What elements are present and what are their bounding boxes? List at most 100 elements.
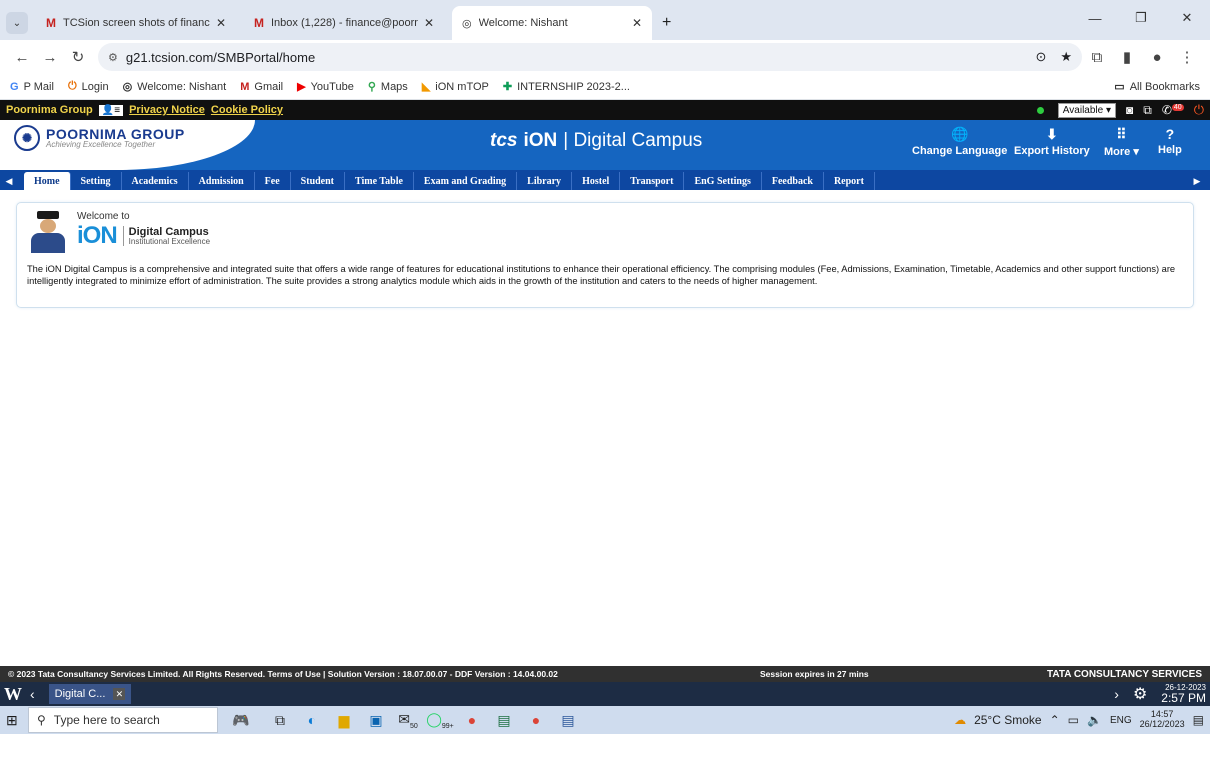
- notification-center-icon[interactable]: ▤: [1193, 713, 1204, 727]
- minimize-icon[interactable]: —: [1072, 0, 1118, 36]
- taskbar-search-input[interactable]: ⚲ Type here to search: [28, 707, 218, 733]
- close-tab-icon[interactable]: ✕: [216, 16, 226, 30]
- notifications-icon[interactable]: ✆ 40: [1162, 103, 1184, 117]
- menu-item-academics[interactable]: Academics: [122, 172, 189, 190]
- back-arrow-icon[interactable]: ‹: [30, 686, 35, 702]
- menu-item-library[interactable]: Library: [517, 172, 573, 190]
- task-view-icon[interactable]: ⧉: [264, 712, 296, 729]
- menu-right-arrow-icon[interactable]: ▶: [1190, 172, 1204, 190]
- badge-count: 50: [409, 722, 418, 730]
- menu-item-time-table[interactable]: Time Table: [345, 172, 414, 190]
- store-icon[interactable]: ▣: [360, 712, 392, 729]
- menu-item-exam-grading[interactable]: Exam and Grading: [414, 172, 518, 190]
- welcome-to-text: Welcome to: [77, 211, 130, 222]
- tray-chevron-icon[interactable]: ⌃: [1050, 713, 1060, 727]
- browser-tab-active[interactable]: ◎ Welcome: Nishant ✕: [452, 6, 652, 40]
- reload-icon[interactable]: ↻: [64, 48, 92, 66]
- forward-arrow-icon[interactable]: ›: [1114, 686, 1119, 702]
- windows-start-icon[interactable]: ⊞: [6, 712, 28, 729]
- back-icon[interactable]: ←: [8, 49, 36, 66]
- bookmark-star-icon[interactable]: ★: [1060, 49, 1072, 65]
- language-indicator[interactable]: ENG: [1110, 715, 1132, 726]
- side-panel-icon[interactable]: ▮: [1112, 48, 1142, 66]
- close-window-icon[interactable]: ✕: [1164, 0, 1210, 36]
- edge-icon[interactable]: ◐: [296, 712, 328, 728]
- more-button[interactable]: ⠿ More ▾: [1104, 126, 1139, 158]
- help-button[interactable]: ? Help: [1158, 126, 1182, 156]
- chrome-icon[interactable]: ●: [456, 712, 488, 728]
- excel-icon[interactable]: ▤: [488, 712, 520, 729]
- forward-icon[interactable]: →: [36, 49, 64, 66]
- graduate-icon: [27, 211, 67, 253]
- screen-share-icon[interactable]: ⧉: [1143, 103, 1152, 118]
- url-input[interactable]: ⚙ g21.tcsion.com/SMBPortal/home ⊙ ★: [98, 43, 1082, 71]
- grid-icon: ⠿: [1116, 126, 1127, 142]
- menu-item-student[interactable]: Student: [291, 172, 346, 190]
- w-app-icon[interactable]: W: [4, 684, 30, 705]
- location-icon[interactable]: ⊙: [1035, 49, 1046, 65]
- menu-item-feedback[interactable]: Feedback: [762, 172, 824, 190]
- search-placeholder: Type here to search: [53, 713, 160, 727]
- bookmark-item[interactable]: G P Mail: [10, 81, 54, 93]
- all-bookmarks[interactable]: ▭ All Bookmarks: [1114, 80, 1200, 94]
- menu-icon[interactable]: ⋮: [1172, 48, 1202, 66]
- status-select[interactable]: Available ▾: [1057, 102, 1117, 118]
- bookmark-label: Maps: [380, 80, 408, 93]
- digital-campus-tab[interactable]: Digital C... ✕: [48, 684, 132, 704]
- bookmark-item[interactable]: ⏻ Login: [68, 80, 109, 93]
- news-widget-icon[interactable]: 🎮: [218, 712, 264, 729]
- bookmark-item[interactable]: M Gmail: [240, 81, 283, 93]
- power-icon[interactable]: ⏻: [1194, 102, 1204, 118]
- close-tab-icon[interactable]: ✕: [424, 16, 434, 30]
- volume-icon[interactable]: 🔈: [1087, 713, 1102, 727]
- extensions-icon[interactable]: ⧉: [1082, 49, 1112, 66]
- bookmark-item[interactable]: ⚲ Maps: [367, 80, 408, 94]
- weather-text[interactable]: 25°C Smoke: [974, 713, 1042, 727]
- new-tab-icon[interactable]: +: [662, 14, 671, 32]
- privacy-notice-link[interactable]: Privacy Notice: [129, 104, 205, 116]
- word-icon[interactable]: ▤: [552, 712, 584, 729]
- bookmark-item[interactable]: ▶ YouTube: [297, 80, 354, 94]
- bookmark-label: INTERNSHIP 2023-2...: [517, 80, 630, 93]
- profile-avatar[interactable]: ●: [1142, 49, 1172, 66]
- browser-tab[interactable]: M Inbox (1,228) - finance@poorni ✕: [244, 6, 444, 40]
- network-icon[interactable]: ▭: [1068, 713, 1079, 727]
- chrome-icon[interactable]: ●: [520, 712, 552, 728]
- poornima-logo[interactable]: ✺ POORNIMA GROUP Achieving Excellence To…: [14, 125, 185, 151]
- settings-gear-icon[interactable]: ⚙: [1133, 684, 1147, 704]
- windows-clock[interactable]: 14:57 26/12/2023: [1140, 709, 1185, 730]
- restore-icon[interactable]: ❐: [1118, 0, 1164, 36]
- menu-item-eng-settings[interactable]: EnG Settings: [684, 172, 762, 190]
- maps-pin-icon: ⚲: [367, 81, 376, 93]
- tab-search-button[interactable]: ⌄: [6, 12, 28, 34]
- youtube-icon: ▶: [297, 81, 306, 93]
- camera-icon[interactable]: ◙: [1126, 103, 1133, 117]
- menu-item-home[interactable]: Home: [24, 172, 71, 190]
- change-language-button[interactable]: 🌐 Change Language: [912, 126, 1007, 157]
- close-icon[interactable]: ✕: [113, 688, 126, 700]
- window-controls: — ❐ ✕: [1072, 0, 1210, 36]
- bookmark-item[interactable]: ✚ INTERNSHIP 2023-2...: [503, 80, 630, 94]
- menu-item-report[interactable]: Report: [824, 172, 875, 190]
- menu-item-admission[interactable]: Admission: [189, 172, 255, 190]
- bookmark-item[interactable]: ◣ iON mTOP: [422, 80, 489, 94]
- cookie-policy-link[interactable]: Cookie Policy: [211, 104, 283, 116]
- export-history-button[interactable]: ⬇ Export History: [1014, 126, 1090, 157]
- menu-left-arrow-icon[interactable]: ◀: [2, 172, 16, 190]
- menu-item-fee[interactable]: Fee: [255, 172, 291, 190]
- bookmark-item[interactable]: ◎ Welcome: Nishant: [123, 80, 227, 94]
- user-card-icon[interactable]: 👤≡: [98, 104, 124, 116]
- time-text: 2:57 PM: [1161, 691, 1206, 705]
- menu-item-hostel[interactable]: Hostel: [572, 172, 621, 190]
- weather-icon[interactable]: ☁: [954, 713, 966, 727]
- tcs-ion-brand: tcs iON | Digital Campus: [490, 130, 702, 152]
- browser-tab[interactable]: M TCSion screen shots of finance ✕: [36, 6, 236, 40]
- menu-item-setting[interactable]: Setting: [71, 172, 122, 190]
- close-tab-icon[interactable]: ✕: [632, 16, 642, 30]
- mail-icon[interactable]: ✉50: [392, 711, 424, 730]
- whatsapp-icon[interactable]: ◯99+: [424, 711, 456, 730]
- menu-item-transport[interactable]: Transport: [620, 172, 685, 190]
- tab-label: Digital C...: [54, 688, 106, 700]
- file-explorer-icon[interactable]: ▆: [328, 712, 360, 729]
- site-info-icon[interactable]: ⚙: [108, 51, 118, 64]
